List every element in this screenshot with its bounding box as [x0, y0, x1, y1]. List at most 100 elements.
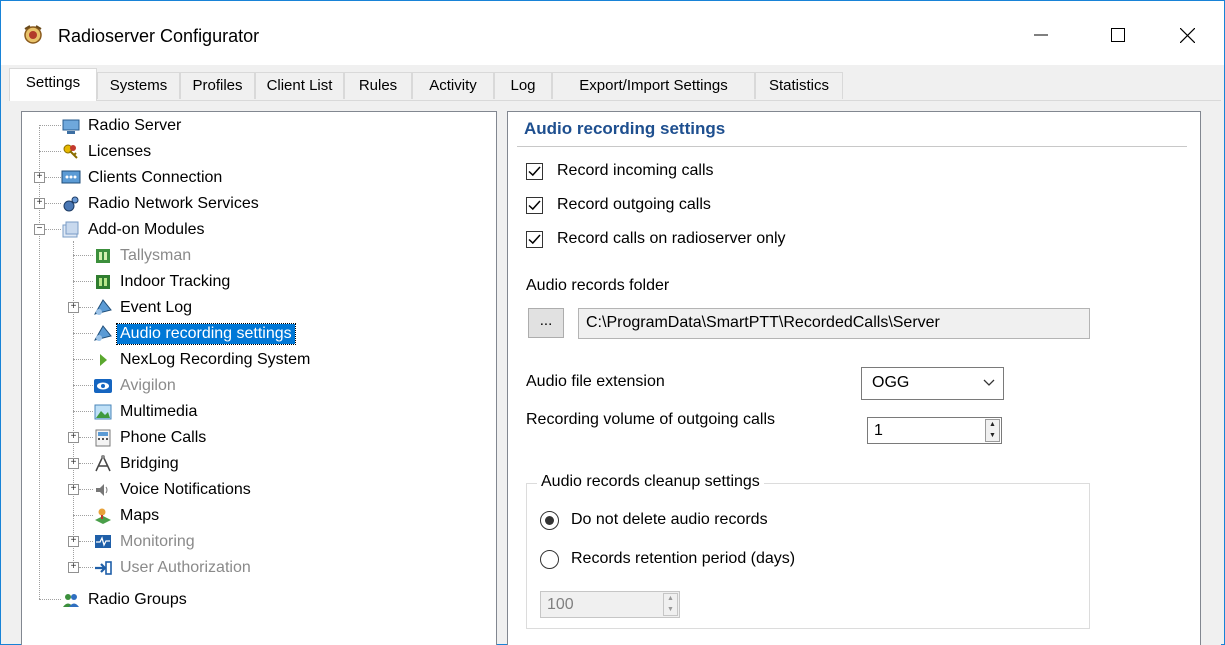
volume-stepper[interactable]: 1 ▲ ▼ — [867, 417, 1002, 444]
minimize-icon — [1034, 34, 1048, 36]
checkmark-icon — [528, 233, 541, 244]
tab-client-list[interactable]: Client List — [255, 72, 344, 99]
expand-toggle[interactable]: + — [34, 198, 45, 209]
folder-path-field[interactable]: C:\ProgramData\SmartPTT\RecordedCalls\Se… — [578, 308, 1090, 339]
tree-item-avigilon[interactable]: Avigilon — [93, 374, 179, 398]
chevron-down-icon — [983, 368, 995, 398]
keep-records-radio[interactable]: Do not delete audio records — [540, 508, 768, 532]
monitoring-icon — [95, 535, 111, 548]
tree-item-label: Add-on Modules — [88, 221, 205, 238]
tree-item-user-authorization[interactable]: User Authorization — [93, 556, 254, 580]
tree-item-licenses[interactable]: Licenses — [61, 140, 154, 164]
indoor-tracking-icon — [96, 275, 110, 289]
retention-period-radio[interactable]: Records retention period (days) — [540, 547, 795, 571]
tree-item-bridging[interactable]: Bridging — [93, 452, 182, 476]
radio-label: Do not delete audio records — [571, 511, 768, 528]
record-incoming-checkbox[interactable]: Record incoming calls — [526, 159, 714, 183]
tree-item-label: Licenses — [88, 143, 152, 160]
checkbox-box[interactable] — [526, 230, 543, 248]
record-outgoing-checkbox[interactable]: Record outgoing calls — [526, 193, 711, 217]
tree-item-clients-connection[interactable]: Clients Connection — [61, 166, 225, 190]
maps-icon — [95, 508, 111, 524]
tree-item-maps[interactable]: Maps — [93, 504, 162, 528]
tree-item-label: Monitoring — [120, 533, 195, 550]
tree-item-radio-server[interactable]: Radio Server — [61, 114, 184, 138]
spin-buttons[interactable]: ▲ ▼ — [985, 419, 1000, 442]
tree-item-multimedia[interactable]: Multimedia — [93, 400, 200, 424]
nexlog-icon — [100, 354, 107, 366]
multimedia-icon — [94, 404, 112, 420]
maximize-icon — [1111, 28, 1125, 42]
panel-gutter — [1201, 111, 1221, 645]
decrement-icon[interactable]: ▼ — [986, 431, 999, 442]
spin-buttons[interactable]: ▲ ▼ — [663, 593, 678, 616]
maximize-button[interactable] — [1095, 15, 1141, 55]
tab-systems[interactable]: Systems — [97, 72, 180, 99]
expand-toggle[interactable]: + — [68, 432, 79, 443]
tree-item-tallysman[interactable]: Tallysman — [93, 244, 194, 268]
tree-item-voice-notifications[interactable]: Voice Notifications — [93, 478, 254, 502]
section-divider — [517, 146, 1187, 147]
radio-circle[interactable] — [540, 549, 559, 569]
minimize-button[interactable] — [1018, 15, 1064, 55]
increment-icon[interactable]: ▲ — [986, 420, 999, 431]
decrement-icon[interactable]: ▼ — [664, 605, 677, 616]
expand-toggle[interactable]: + — [68, 302, 79, 313]
retention-days-stepper[interactable]: 100 ▲ ▼ — [540, 591, 680, 618]
tab-statistics[interactable]: Statistics — [755, 72, 843, 99]
expand-toggle[interactable]: + — [68, 458, 79, 469]
extension-value: OGG — [872, 374, 910, 391]
increment-icon[interactable]: ▲ — [664, 594, 677, 605]
expand-toggle[interactable]: + — [68, 562, 79, 573]
radio-circle[interactable] — [540, 510, 559, 530]
modules-icon — [62, 221, 79, 238]
extension-label: Audio file extension — [526, 373, 665, 390]
audio-recording-icon — [93, 325, 112, 341]
tree-item-add-on-modules[interactable]: Add-on Modules — [61, 218, 208, 242]
app-window: Radioserver Configurator Settings System… — [0, 0, 1225, 645]
tab-profiles[interactable]: Profiles — [180, 72, 255, 99]
gears-icon — [63, 196, 79, 212]
tab-settings[interactable]: Settings — [9, 68, 97, 101]
tab-log[interactable]: Log — [494, 72, 552, 99]
title-bar: Radioserver Configurator — [1, 1, 1224, 65]
tree-item-phone-calls[interactable]: Phone Calls — [93, 426, 209, 450]
speaker-icon — [96, 484, 108, 496]
tree-item-indoor-tracking[interactable]: Indoor Tracking — [93, 270, 233, 294]
expand-toggle[interactable]: + — [68, 484, 79, 495]
tree-line — [73, 241, 74, 573]
tree-item-radio-network-services[interactable]: Radio Network Services — [61, 192, 262, 216]
tree-item-audio-recording-settings[interactable]: Audio recording settings — [93, 322, 296, 346]
tab-rules[interactable]: Rules — [344, 72, 412, 99]
phone-calls-icon — [95, 429, 111, 447]
tree-item-label: Multimedia — [120, 403, 198, 420]
tab-strip: Settings Systems Profiles Client List Ru… — [1, 65, 1224, 101]
radio-selected-dot — [545, 515, 554, 525]
tree-item-label: Radio Groups — [88, 591, 187, 608]
keys-icon — [63, 144, 78, 159]
tree-item-label: Radio Server — [88, 117, 182, 134]
tree-item-nexlog-recording-system[interactable]: NexLog Recording System — [93, 348, 313, 372]
retention-days-value: 100 — [547, 596, 574, 613]
radio-label: Records retention period (days) — [571, 550, 796, 567]
close-button[interactable] — [1164, 15, 1210, 55]
user-authorization-icon — [95, 561, 112, 575]
record-server-only-checkbox[interactable]: Record calls on radioserver only — [526, 227, 786, 251]
expand-toggle[interactable]: + — [34, 172, 45, 183]
expand-toggle[interactable]: + — [68, 536, 79, 547]
checkbox-box[interactable] — [526, 162, 543, 180]
extension-select[interactable]: OGG — [861, 367, 1004, 400]
tab-activity[interactable]: Activity — [412, 72, 494, 99]
tab-export-import-settings[interactable]: Export/Import Settings — [552, 72, 755, 99]
network-icon — [61, 170, 81, 184]
tree-item-label: Avigilon — [120, 377, 176, 394]
tree-item-monitoring[interactable]: Monitoring — [93, 530, 198, 554]
tree-item-event-log[interactable]: Event Log — [93, 296, 195, 320]
app-logo-icon — [24, 25, 42, 44]
tree-item-radio-groups[interactable]: Radio Groups — [61, 588, 190, 612]
browse-folder-button[interactable]: ... — [528, 308, 564, 338]
checkbox-box[interactable] — [526, 196, 543, 214]
tree-item-label: Event Log — [120, 299, 193, 316]
collapse-toggle[interactable]: − — [34, 224, 45, 235]
tree-item-label: Maps — [120, 507, 160, 524]
